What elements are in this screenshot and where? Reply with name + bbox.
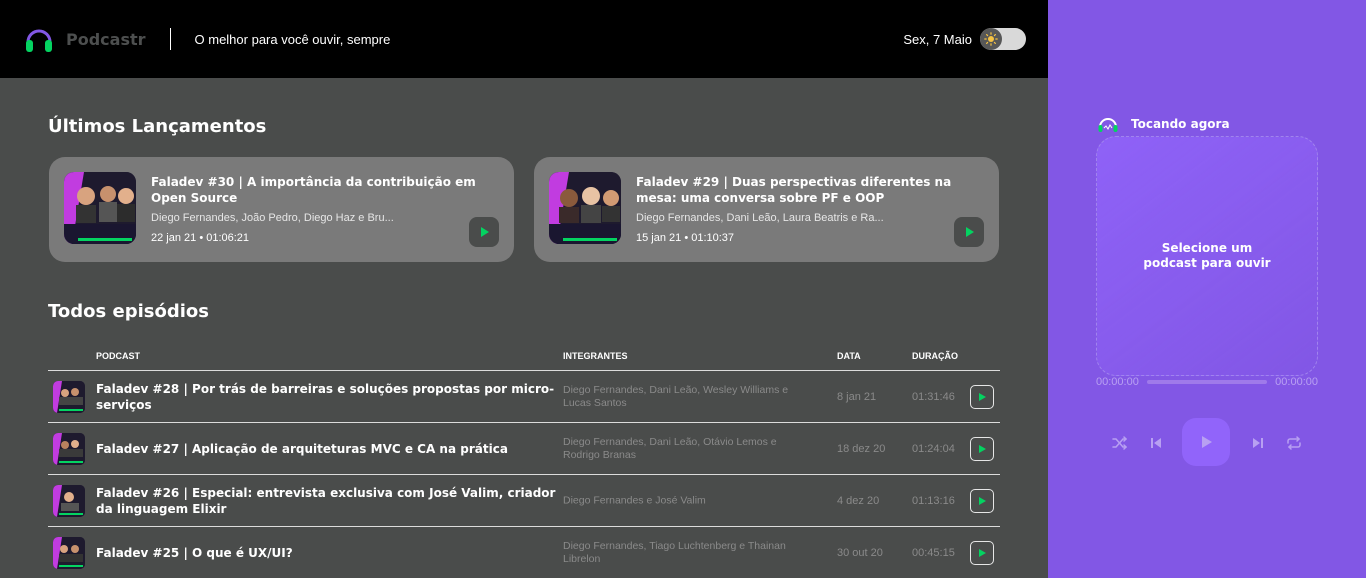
now-playing-label: Tocando agora	[1131, 117, 1230, 131]
episode-duration: 00:45:15	[912, 546, 955, 559]
logo[interactable]: Podcastr	[24, 24, 146, 54]
shuffle-icon	[1112, 436, 1128, 450]
episode-thumbnail[interactable]	[53, 485, 85, 517]
episode-meta: 15 jan 21 • 01:10:37	[636, 232, 735, 244]
play-button[interactable]	[970, 541, 994, 565]
player-controls	[1108, 418, 1308, 466]
episode-members: Diego Fernandes, Dani Leão, Laura Beatri…	[636, 212, 884, 224]
empty-player-box: Selecione um podcast para ouvir	[1096, 136, 1318, 376]
thumbnail-art	[53, 381, 85, 413]
play-icon	[1202, 436, 1212, 448]
headphones-logo-icon	[26, 29, 52, 52]
episode-title[interactable]: Faladev #29 | Duas perspectivas diferent…	[636, 174, 976, 206]
play-button[interactable]	[970, 437, 994, 461]
current-date: Sex, 7 Maio	[903, 31, 972, 47]
repeat-icon	[1287, 436, 1301, 450]
theme-toggle[interactable]	[980, 28, 1026, 50]
episode-title[interactable]: Faladev #25 | O que é UX/UI?	[96, 545, 556, 561]
episode-date: 8 jan 21	[837, 390, 877, 403]
total-time: 00:00:00	[1275, 376, 1318, 388]
progress-bar: 00:00:00 00:00:00	[1096, 376, 1318, 388]
repeat-button[interactable]	[1286, 435, 1302, 451]
skip-forward-icon	[1253, 438, 1263, 448]
episode-title[interactable]: Faladev #28 | Por trás de barreiras e so…	[96, 381, 556, 413]
column-members: Integrantes	[563, 351, 628, 361]
episode-meta: 22 jan 21 • 01:06:21	[151, 232, 250, 244]
episode-duration: 01:13:16	[912, 494, 955, 507]
latest-releases-title: Últimos Lançamentos	[48, 116, 267, 137]
episode-title[interactable]: Faladev #26 | Especial: entrevista exclu…	[96, 485, 556, 517]
previous-button[interactable]	[1148, 435, 1164, 451]
play-icon	[481, 227, 489, 237]
thumbnail-art	[549, 172, 621, 244]
skip-back-icon	[1151, 438, 1161, 448]
toggle-knob	[1006, 30, 1024, 48]
episode-title[interactable]: Faladev #30 | A importância da contribui…	[151, 174, 491, 206]
logo-text: Podcastr	[66, 29, 146, 49]
play-icon	[979, 549, 986, 557]
play-icon	[966, 227, 974, 237]
table-row: Faladev #28 | Por trás de barreiras e so…	[48, 371, 1000, 423]
play-button[interactable]	[469, 217, 499, 247]
thumbnail-art	[53, 433, 85, 465]
column-podcast: Podcast	[96, 351, 141, 361]
episode-date: 18 dez 20	[837, 442, 886, 455]
main-content: Podcastr O melhor para você ouvir, sempr…	[0, 0, 1048, 578]
episode-members: Diego Fernandes, Tiago Luchtenberg e Tha…	[563, 539, 786, 565]
episode-members: Diego Fernandes, Dani Leão, Otávio Lemos…	[563, 435, 777, 461]
table-header: Podcast Integrantes Data Duração	[48, 341, 1000, 371]
table-row: Faladev #25 | O que é UX/UI? Diego Ferna…	[48, 527, 1000, 578]
play-pause-button[interactable]	[1182, 418, 1230, 466]
episode-date: 4 dez 20	[837, 494, 880, 507]
all-episodes-title: Todos episódios	[48, 301, 209, 322]
episodes-table: Podcast Integrantes Data Duração Faladev…	[48, 341, 1000, 578]
table-row: Faladev #26 | Especial: entrevista exclu…	[48, 475, 1000, 527]
play-button[interactable]	[954, 217, 984, 247]
latest-episode-card[interactable]: Faladev #29 | Duas perspectivas diferent…	[534, 157, 999, 262]
latest-episode-card[interactable]: Faladev #30 | A importância da contribui…	[49, 157, 514, 262]
column-duration: Duração	[912, 351, 958, 361]
episode-members: Diego Fernandes e José Valim	[563, 494, 706, 506]
episode-thumbnail[interactable]	[64, 172, 136, 244]
episode-thumbnail[interactable]	[53, 381, 85, 413]
empty-text-line-2: podcast para ouvir	[1143, 256, 1271, 270]
episode-thumbnail[interactable]	[53, 537, 85, 569]
player-panel: Tocando agora Selecione um podcast para …	[1048, 0, 1366, 578]
episode-duration: 01:24:04	[912, 442, 955, 455]
episode-duration: 01:31:46	[912, 390, 955, 403]
thumbnail-art	[53, 537, 85, 569]
episode-members: Diego Fernandes, João Pedro, Diego Haz e…	[151, 212, 394, 224]
play-icon	[979, 445, 986, 453]
header: Podcastr O melhor para você ouvir, sempr…	[0, 0, 1048, 78]
sun-icon	[984, 32, 998, 46]
episode-thumbnail[interactable]	[549, 172, 621, 244]
empty-text-line-1: Selecione um	[1161, 241, 1253, 255]
next-button[interactable]	[1250, 435, 1266, 451]
episode-thumbnail[interactable]	[53, 433, 85, 465]
play-button[interactable]	[970, 489, 994, 513]
empty-player-text: Selecione um podcast para ouvir	[1137, 241, 1277, 271]
episode-members: Diego Fernandes, Dani Leão, Wesley Willi…	[563, 383, 789, 409]
tagline: O melhor para você ouvir, sempre	[194, 31, 391, 47]
header-right: Sex, 7 Maio	[903, 28, 1026, 50]
episode-date: 30 out 20	[837, 546, 883, 559]
current-time: 00:00:00	[1096, 376, 1139, 388]
table-row: Faladev #27 | Aplicação de arquiteturas …	[48, 423, 1000, 475]
episode-title[interactable]: Faladev #27 | Aplicação de arquiteturas …	[96, 441, 556, 457]
play-icon	[979, 393, 986, 401]
shuffle-button[interactable]	[1112, 435, 1128, 451]
now-playing-header: Tocando agora	[1097, 115, 1230, 133]
column-date: Data	[837, 351, 861, 361]
thumbnail-art	[64, 172, 136, 244]
progress-track[interactable]	[1146, 380, 1268, 384]
headphones-icon	[1098, 118, 1118, 132]
play-icon	[979, 497, 986, 505]
header-divider	[169, 28, 171, 50]
toggle-sun-knob	[980, 28, 1002, 50]
play-button[interactable]	[970, 385, 994, 409]
thumbnail-art	[53, 485, 85, 517]
